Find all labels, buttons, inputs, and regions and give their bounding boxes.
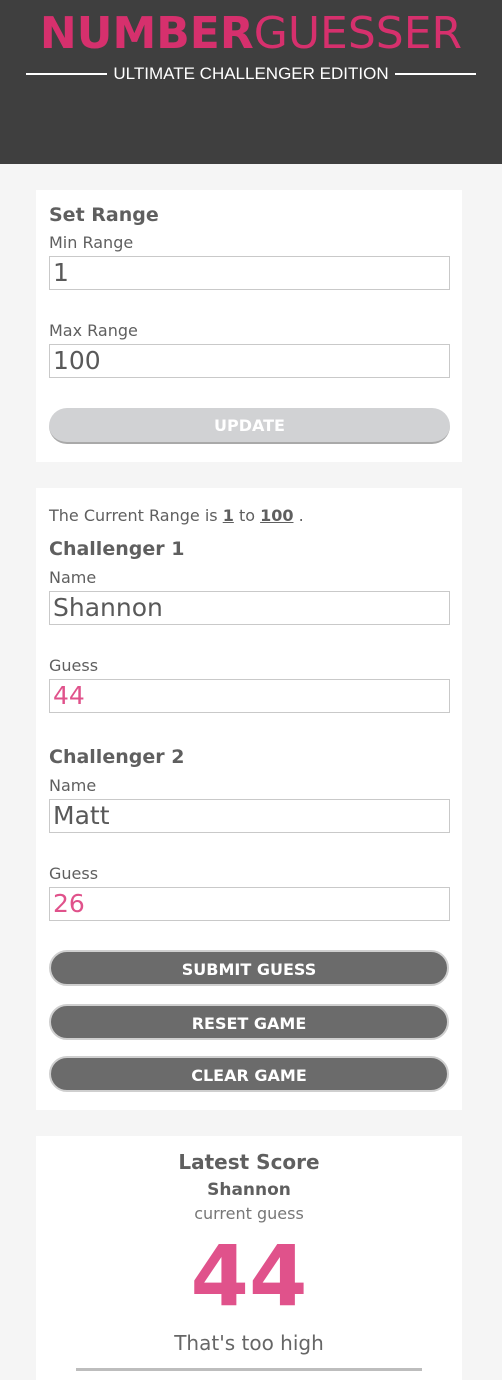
challenger-1-guess-label: Guess [49,656,99,675]
app-logo: NUMBERGUESSER [0,8,502,60]
current-guess-caption: current guess [194,1204,304,1223]
submit-guess-button[interactable]: SUBMIT GUESS [49,950,449,986]
range-prefix: The Current Range is [49,506,218,525]
range-to: to [238,506,255,525]
challenger-2-name-label: Name [49,776,97,795]
latest-score-title: Latest Score [178,1150,320,1174]
challenger-2-title: Challenger 2 [49,746,185,768]
range-max-value: 100 [260,506,294,525]
latest-score-number: 44 [190,1227,308,1325]
challenger-2-guess-input[interactable]: 26 [49,887,450,921]
max-range-input[interactable]: 100 [49,344,450,378]
challenger-1-guess-input[interactable]: 44 [49,679,450,713]
current-range-text: The Current Range is 1 to 100 . [49,506,304,525]
latest-score-card: Latest Score Shannon current guess 44 Th… [36,1136,462,1380]
range-min-value: 1 [222,506,234,525]
reset-game-button[interactable]: RESET GAME [49,1004,449,1040]
challenger-2-name-input[interactable]: Matt [49,799,450,833]
challenger-1-name-input[interactable]: Shannon [49,591,450,625]
min-range-input[interactable]: 1 [49,256,450,290]
set-range-card: Set Range Min Range 1 Max Range 100 UPDA… [36,190,462,462]
challenger-1-title: Challenger 1 [49,538,185,560]
range-suffix: . [298,506,304,525]
subtitle-divider-right [394,73,476,75]
min-range-label: Min Range [49,233,134,252]
update-button[interactable]: UPDATE [49,408,450,444]
app-subtitle: ULTIMATE CHALLENGER EDITION [26,63,476,85]
challengers-card: The Current Range is 1 to 100 . Challeng… [36,488,462,1110]
logo-light-text: GUESSER [253,8,463,59]
logo-bold-text: NUMBER [39,8,254,59]
max-range-label: Max Range [49,321,138,340]
challenger-2-guess-label: Guess [49,864,99,883]
challenger-1-name-label: Name [49,568,97,587]
score-divider [76,1368,422,1371]
clear-game-button[interactable]: CLEAR GAME [49,1056,449,1092]
feedback-text: That's too high [174,1331,324,1355]
subtitle-text: ULTIMATE CHALLENGER EDITION [113,64,389,83]
app-header: NUMBERGUESSER ULTIMATE CHALLENGER EDITIO… [0,0,502,164]
latest-score-player: Shannon [207,1180,291,1200]
set-range-title: Set Range [49,204,159,226]
subtitle-divider-left [26,73,108,75]
